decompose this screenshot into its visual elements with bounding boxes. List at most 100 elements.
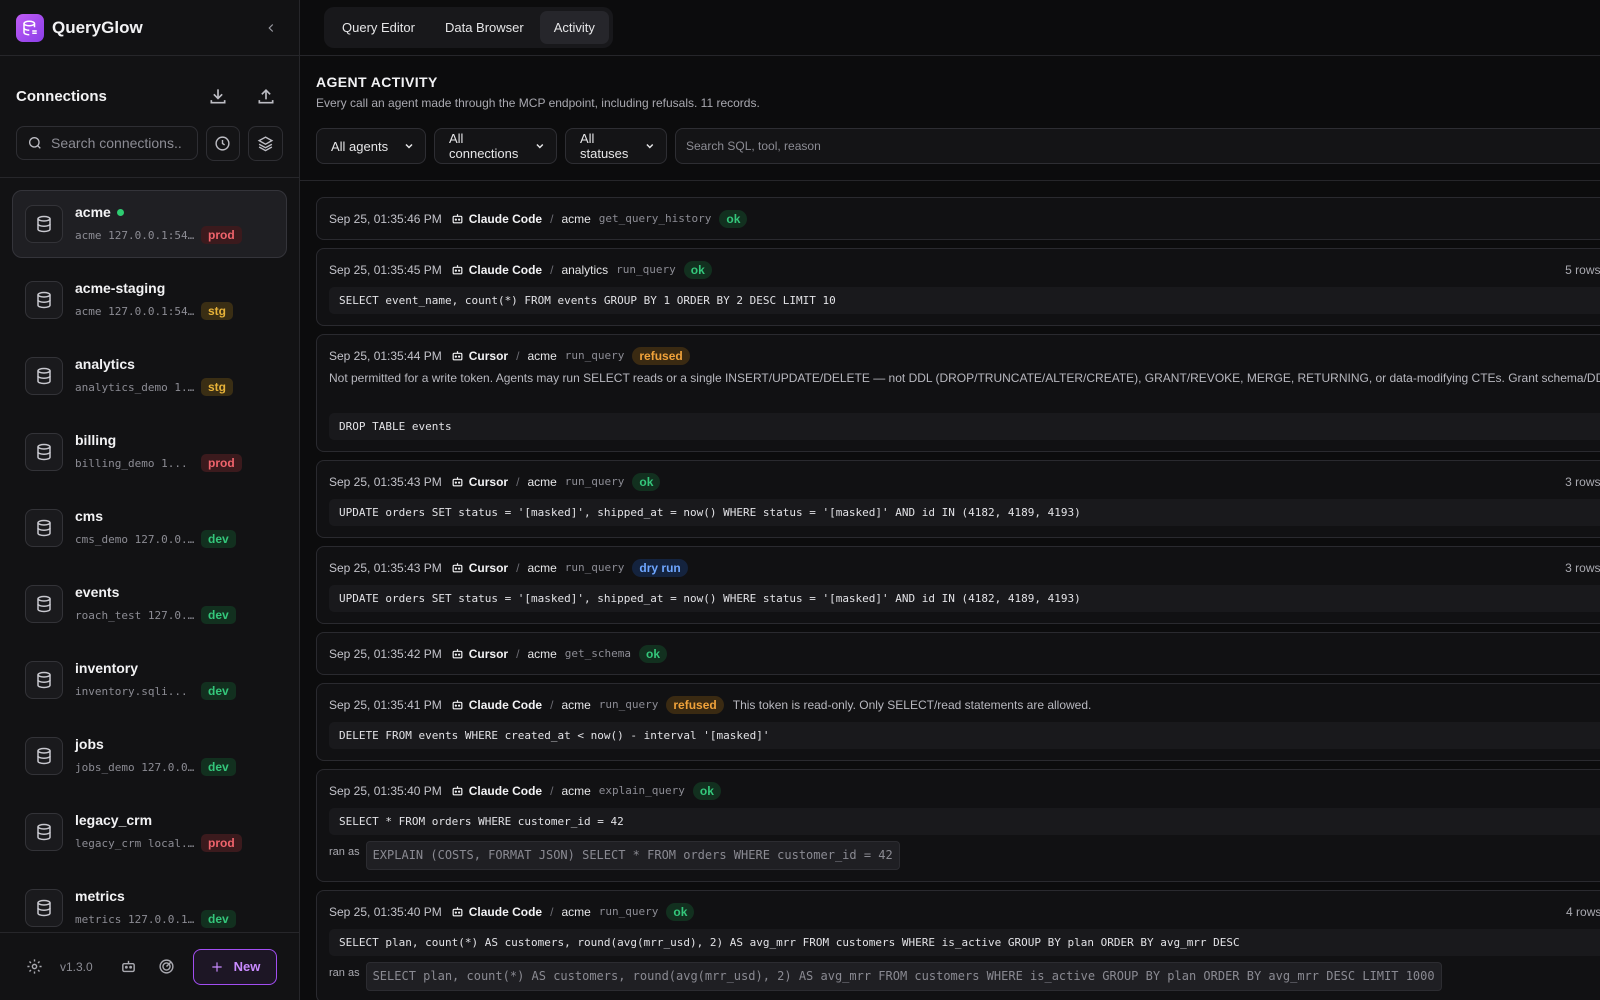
robot-icon xyxy=(122,960,136,973)
connection-info: acme acme 127.0.0.1:543... prod xyxy=(75,204,242,244)
agent-name: Claude Code xyxy=(468,697,543,712)
connection-info: legacy_crm legacy_crm local... prod xyxy=(75,812,242,852)
main-panel: Query Editor Data Browser Activity AGENT A… xyxy=(300,0,1600,1000)
connection-info: billing billing_demo 1... prod xyxy=(75,432,242,472)
tab-query-editor[interactable]: Query Editor xyxy=(328,11,429,44)
activity-search-input[interactable] xyxy=(686,139,1600,153)
collapse-sidebar-button[interactable] xyxy=(259,16,283,40)
sidebar-item-jobs[interactable]: jobs jobs_demo 127.0.0... dev xyxy=(12,722,287,790)
sidebar-item-metrics[interactable]: metrics metrics 127.0.0.1:... dev xyxy=(12,874,287,932)
agent-filter-select[interactable]: All agents xyxy=(316,128,426,164)
connection-search-input[interactable] xyxy=(51,135,181,151)
connection-list: acme acme 127.0.0.1:543... prod acme-stagin… xyxy=(0,178,299,932)
filter-bar: All agents All connections All statuses xyxy=(300,110,1600,181)
agent-name: Cursor xyxy=(468,474,509,489)
record-connection: acme xyxy=(527,348,557,363)
activity-record[interactable]: Sep 25, 01:35:43 PM Cursor / acme run_query o… xyxy=(316,460,1600,538)
robot-icon xyxy=(451,212,464,225)
database-icon xyxy=(25,585,63,623)
connection-name: billing xyxy=(75,432,242,448)
database-icon xyxy=(25,889,63,927)
record-connection: acme xyxy=(527,646,557,661)
connection-name: events xyxy=(75,584,236,600)
sidebar-item-legacy_crm[interactable]: legacy_crm legacy_crm local... prod xyxy=(12,798,287,866)
activity-record[interactable]: Sep 25, 01:35:45 PM Claude Code / analytics… xyxy=(316,248,1600,326)
activity-record[interactable]: Sep 25, 01:35:41 PM Claude Code / acme run_q… xyxy=(316,683,1600,761)
record-tool: run_query xyxy=(564,475,625,488)
connection-name: acme-staging xyxy=(75,280,233,296)
env-badge: dev xyxy=(201,682,236,700)
record-agent: Cursor xyxy=(451,475,508,489)
status-badge: ok xyxy=(639,644,668,663)
record-tool: run_query xyxy=(598,698,659,711)
layers-button[interactable] xyxy=(248,126,283,161)
connection-name-label: billing xyxy=(75,432,117,448)
activity-record[interactable]: Sep 25, 01:35:46 PM Claude Code / acme get_q… xyxy=(316,197,1600,240)
connection-host: inventory.sqli... xyxy=(75,684,188,698)
env-badge: prod xyxy=(201,834,242,852)
ran-as-row: ran as EXPLAIN (COSTS, FORMAT JSON) SELEC… xyxy=(329,841,1600,870)
activity-radar-button[interactable] xyxy=(155,955,179,979)
layers-icon xyxy=(257,136,274,152)
sidebar-item-billing[interactable]: billing billing_demo 1... prod xyxy=(12,418,287,486)
agents-button[interactable] xyxy=(117,955,141,979)
database-icon xyxy=(25,737,63,775)
new-connection-button[interactable]: New xyxy=(193,948,277,985)
status-badge: refused xyxy=(666,695,724,714)
record-header: Sep 25, 01:35:41 PM Claude Code / acme run_q… xyxy=(329,695,1600,714)
record-sql: UPDATE orders SET status = '[masked]', s… xyxy=(329,585,1600,612)
sidebar-item-acme-staging[interactable]: acme-staging acme 127.0.0.1:5433 ... stg xyxy=(12,266,287,334)
connection-host: analytics_demo 1... xyxy=(75,380,195,394)
connection-info: events roach_test 127.0.... dev xyxy=(75,584,236,624)
agent-name: Claude Code xyxy=(468,904,543,919)
record-agent: Claude Code xyxy=(451,698,542,712)
separator: / xyxy=(550,697,554,712)
separator: / xyxy=(516,560,520,575)
record-timestamp: Sep 25, 01:35:41 PM xyxy=(329,697,442,712)
gear-icon xyxy=(26,959,42,974)
sidebar-item-events[interactable]: events roach_test 127.0.... dev xyxy=(12,570,287,638)
connection-filter-select[interactable]: All connections xyxy=(434,128,557,164)
sidebar-item-analytics[interactable]: analytics analytics_demo 1... stg xyxy=(12,342,287,410)
sidebar-item-acme[interactable]: acme acme 127.0.0.1:543... prod xyxy=(12,190,287,258)
agent-name: Claude Code xyxy=(468,211,543,226)
connection-name-label: acme-staging xyxy=(75,280,166,296)
sidebar-item-inventory[interactable]: inventory inventory.sqli... dev xyxy=(12,646,287,714)
record-agent: Cursor xyxy=(451,647,508,661)
connection-host: jobs_demo 127.0.0... xyxy=(75,760,195,774)
history-button[interactable] xyxy=(205,126,241,161)
export-button[interactable] xyxy=(249,79,283,113)
tab-data-browser[interactable]: Data Browser xyxy=(431,11,538,44)
activity-record[interactable]: Sep 25, 01:35:43 PM Cursor / acme run_query d… xyxy=(316,546,1600,624)
tab-activity[interactable]: Activity xyxy=(539,11,609,44)
connection-details: cms_demo 127.0.0.1... dev xyxy=(75,530,236,548)
record-timestamp: Sep 25, 01:35:43 PM xyxy=(329,560,442,575)
settings-button[interactable] xyxy=(22,955,46,979)
separator: / xyxy=(516,474,520,489)
connection-name: jobs xyxy=(75,736,236,752)
brand-header: QueryGlow xyxy=(0,0,299,56)
connection-host: acme 127.0.0.1:543... xyxy=(75,228,195,242)
record-meta: 4 rows · 11 ms xyxy=(1566,904,1600,919)
activity-record[interactable]: Sep 25, 01:35:40 PM Claude Code / acme expla… xyxy=(316,769,1600,882)
robot-icon xyxy=(451,784,464,797)
import-button[interactable] xyxy=(201,79,235,113)
separator: / xyxy=(516,348,520,363)
activity-record[interactable]: Sep 25, 01:35:40 PM Claude Code / acme run_q… xyxy=(316,890,1600,1000)
connection-host: acme 127.0.0.1:5433 ... xyxy=(75,304,195,318)
connection-name: metrics xyxy=(75,888,236,904)
record-sql: UPDATE orders SET status = '[masked]', s… xyxy=(329,499,1600,526)
database-icon xyxy=(25,813,63,851)
record-tool: explain_query xyxy=(598,784,685,797)
connection-details: analytics_demo 1... stg xyxy=(75,378,233,396)
radar-icon xyxy=(159,959,174,974)
database-icon xyxy=(25,433,63,471)
connection-search-row xyxy=(0,126,299,178)
view-tabs: Query Editor Data Browser Activity xyxy=(324,7,613,48)
record-agent: Cursor xyxy=(451,349,508,363)
record-tool: run_query xyxy=(564,561,625,574)
status-filter-select[interactable]: All statuses xyxy=(565,128,667,164)
activity-record[interactable]: Sep 25, 01:35:42 PM Cursor / acme get_schema… xyxy=(316,632,1600,675)
sidebar-item-cms[interactable]: cms cms_demo 127.0.0.1... dev xyxy=(12,494,287,562)
activity-record[interactable]: Sep 25, 01:35:44 PM Cursor / acme run_query r… xyxy=(316,334,1600,452)
